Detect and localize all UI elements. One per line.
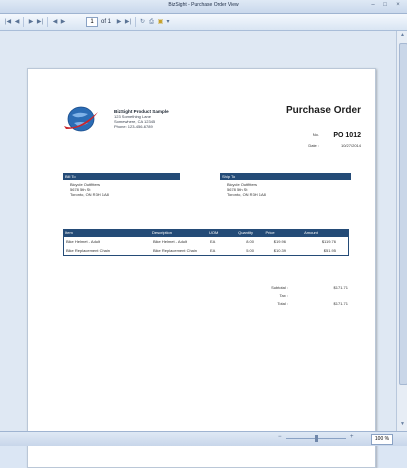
maximize-button[interactable]: □ <box>380 2 390 8</box>
prev-page-icon[interactable]: ◀ <box>14 18 20 26</box>
ship-to-address: Bicycle Outfitters 5678 5th St Toronto, … <box>227 182 266 197</box>
page-count-label: of 1 <box>100 19 111 25</box>
report-toolbar: |◀ ◀ ▶ ▶| ◀ ▶ 1 of 1 ▶ ▶| ↻ ⎙ ▣ ▾ <box>0 14 407 31</box>
ship-to-heading: Ship To <box>220 173 351 180</box>
cell-uom: EA <box>210 248 216 253</box>
back-icon[interactable]: ◀ <box>52 18 58 26</box>
toolbar-separator <box>135 17 136 27</box>
company-phone: Phone: 123-456-6789 <box>114 124 153 129</box>
cell-uom: EA <box>210 239 216 244</box>
window-title: BizSight - Purchase Order View <box>168 2 239 8</box>
page-number-input[interactable]: 1 <box>86 17 98 27</box>
zoom-level[interactable]: 100 % <box>371 434 393 445</box>
export-dropdown-icon[interactable]: ▾ <box>165 18 171 26</box>
cell-item: Bike Replacement Chain <box>66 248 111 253</box>
report-page: BizSight Product Sample 123 Something La… <box>27 68 376 468</box>
toolbar-separator <box>23 17 24 27</box>
cell-quantity: 5.00 <box>246 248 254 253</box>
po-meta: No. PO 1012 Date : 10/27/2014 <box>295 132 361 152</box>
minimize-button[interactable]: – <box>368 2 378 8</box>
last-page-icon[interactable]: ▶| <box>124 18 132 26</box>
po-number-label: No. <box>312 132 319 137</box>
zoom-out-icon[interactable]: − <box>278 434 282 440</box>
cell-item: Bike Helmet - Adult <box>66 239 101 244</box>
zoom-slider-thumb[interactable] <box>315 435 318 442</box>
totals-block: Subtotal : $171.71 Tax : Total : $171.71 <box>238 284 348 308</box>
print-icon[interactable]: ⎙ <box>148 18 155 26</box>
tax-value <box>288 292 348 300</box>
title-bar: BizSight - Purchase Order View – □ × <box>0 0 407 14</box>
po-date-label: Date : <box>308 143 319 148</box>
company-logo <box>64 106 98 132</box>
table-row: Bike Replacement Chain Bike Replacement … <box>63 246 349 256</box>
save-icon[interactable]: ▣ <box>157 18 164 26</box>
total-value: $171.71 <box>333 301 348 306</box>
scroll-up-icon[interactable]: ▲ <box>398 32 407 40</box>
po-number-row: No. PO 1012 <box>295 132 361 139</box>
first-page-icon[interactable]: |◀ <box>4 18 12 26</box>
document-title: Purchase Order <box>285 105 361 116</box>
bill-to-line: Toronto, ON R3H 1A8 <box>70 192 109 197</box>
col-header-amount: Amount <box>304 230 318 235</box>
subtotal-row: Subtotal : $171.71 <box>238 284 348 292</box>
zoom-in-icon[interactable]: + <box>350 434 354 440</box>
col-header-uom: UOM <box>209 230 219 235</box>
bill-to-address: Bicycle Outfitters 5678 5th St Toronto, … <box>70 182 109 197</box>
cell-amount: $119.76 <box>321 239 336 244</box>
cell-amount: $51.95 <box>323 248 336 253</box>
po-date-value: 10/27/2014 <box>340 143 361 148</box>
forward-icon[interactable]: ▶ <box>60 18 66 26</box>
total-label: Total : <box>277 301 288 306</box>
col-header-quantity: Quantity <box>238 230 253 235</box>
last-page-icon[interactable]: ▶| <box>36 18 44 26</box>
total-row: Total : $171.71 <box>238 300 348 308</box>
line-items-table: Item Description UOM Quantity Price Amou… <box>63 229 349 256</box>
close-button[interactable]: × <box>393 2 403 8</box>
next-page-icon[interactable]: ▶ <box>28 18 34 26</box>
toolbar-separator <box>47 17 48 27</box>
cell-quantity: 8.00 <box>246 239 254 244</box>
col-header-description: Description <box>152 230 173 235</box>
subtotal-label: Subtotal : <box>271 285 288 290</box>
report-viewport: BizSight Product Sample 123 Something La… <box>0 31 396 468</box>
col-header-item: Item <box>65 230 73 235</box>
po-date-row: Date : 10/27/2014 <box>295 143 361 148</box>
cell-price: $19.96 <box>273 239 286 244</box>
table-row: Bike Helmet - Adult Bike Helmet - Adult … <box>63 237 349 246</box>
scroll-thumb[interactable] <box>399 43 407 385</box>
bill-to-heading: Bill To <box>63 173 180 180</box>
cell-description: Bike Helmet - Adult <box>153 239 188 244</box>
vertical-scrollbar[interactable]: ▲ ▼ <box>396 31 407 431</box>
subtotal-value: $171.71 <box>333 285 348 290</box>
table-header: Item Description UOM Quantity Price Amou… <box>63 229 349 237</box>
next-page-icon[interactable]: ▶ <box>116 18 122 26</box>
col-header-price: Price <box>265 230 275 235</box>
ship-to-line: Toronto, ON R3H 1A8 <box>227 192 266 197</box>
cell-price: $10.39 <box>273 248 286 253</box>
cell-description: Bike Replacement Chain <box>153 248 198 253</box>
refresh-icon[interactable]: ↻ <box>139 18 146 26</box>
company-info: BizSight Product Sample 123 Something La… <box>114 109 169 129</box>
status-bar: − + 100 % <box>0 431 407 446</box>
tax-label: Tax : <box>279 293 288 298</box>
po-number-value: PO 1012 <box>333 132 361 139</box>
tax-row: Tax : <box>238 292 348 300</box>
scroll-down-icon[interactable]: ▼ <box>398 421 407 429</box>
